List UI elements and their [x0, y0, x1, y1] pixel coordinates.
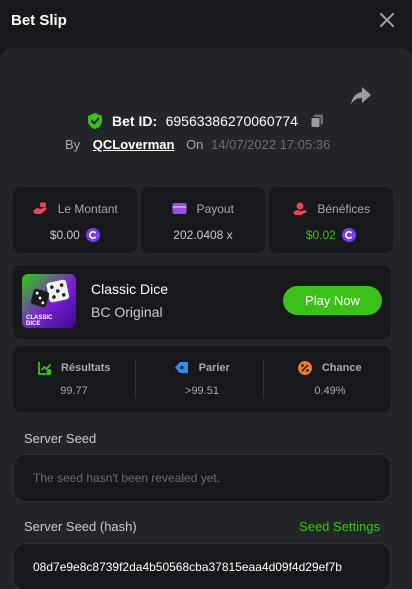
divider	[135, 360, 136, 398]
page-title: Bet Slip	[11, 12, 67, 29]
wallet-icon	[172, 203, 187, 215]
profit-hand-icon	[292, 202, 307, 215]
bet-id-row: Bet ID: 69563386270060774	[0, 112, 412, 132]
ticket-icon	[175, 362, 189, 374]
result-chart-icon	[37, 361, 51, 375]
bet-id-label: Bet ID:	[112, 112, 158, 129]
server-seed-hash-label: Server Seed (hash)	[24, 519, 137, 534]
game-card: CLASSIC DICE Classic Dice BC Original Pl…	[13, 265, 391, 339]
result-value: 99.77	[60, 385, 88, 397]
seed-settings-link[interactable]: Seed Settings	[299, 519, 380, 534]
coin-icon	[342, 227, 357, 242]
amount-value: $0.00	[49, 227, 80, 242]
bet-column: Parier >99.51	[141, 346, 263, 412]
server-seed-hash-value: 08d7e9e8c8739f2da4b50568cba37815eaa4d09f…	[33, 560, 342, 574]
wager-hand-icon	[33, 202, 48, 214]
classic-dice-thumbnail: CLASSIC DICE	[22, 274, 76, 328]
chance-column: Chance 0.49%	[269, 346, 391, 412]
by-label: By	[65, 137, 81, 152]
profit-card: Bénéfices $0.02	[269, 187, 393, 253]
amount-label: Le Montant	[57, 201, 118, 216]
payout-value: 202.0408 x	[173, 227, 233, 242]
share-icon[interactable]	[350, 86, 372, 106]
profit-label: Bénéfices	[317, 201, 371, 216]
chance-label: Chance	[321, 361, 362, 374]
chance-value: 0.49%	[314, 385, 346, 397]
bet-target-label: Parier	[198, 361, 230, 374]
results-card: Résultats 99.77 Parier >99.51 Chance 0.4…	[13, 346, 391, 412]
verified-shield-icon	[87, 112, 102, 129]
thumb-text-dice: DICE	[26, 321, 40, 327]
server-seed-hash-field[interactable]: 08d7e9e8c8739f2da4b50568cba37815eaa4d09f…	[13, 543, 391, 589]
game-name: Classic Dice	[91, 281, 169, 297]
payout-card: Payout 202.0408 x	[141, 187, 265, 253]
result-column: Résultats 99.77	[13, 346, 135, 412]
close-icon[interactable]	[378, 11, 396, 29]
bet-id-value: 69563386270060774	[165, 112, 298, 129]
game-provider: BC Original	[91, 304, 163, 320]
copy-icon[interactable]	[310, 114, 324, 128]
result-label: Résultats	[60, 361, 111, 374]
server-seed-field[interactable]: The seed hasn't been revealed yet.	[13, 454, 391, 502]
payout-label: Payout	[196, 201, 234, 216]
play-now-button[interactable]: Play Now	[283, 286, 382, 315]
username-link[interactable]: QCLoverman	[93, 137, 175, 152]
coin-icon	[86, 227, 101, 242]
bet-author-row: By QCLoverman On 14/07/2022 17:05:36	[65, 137, 330, 155]
bet-target-value: >99.51	[185, 385, 219, 397]
bet-datetime: 14/07/2022 17:05:36	[211, 137, 331, 152]
server-seed-value: The seed hasn't been revealed yet.	[33, 471, 221, 485]
percent-icon	[298, 360, 313, 375]
server-seed-label: Server Seed	[24, 431, 97, 446]
profit-value: $0.02	[305, 227, 336, 242]
bet-slip-header: Bet Slip	[0, 0, 412, 44]
amount-card: Le Montant $0.00	[13, 187, 137, 253]
on-label: On	[186, 137, 204, 152]
divider	[263, 360, 264, 398]
